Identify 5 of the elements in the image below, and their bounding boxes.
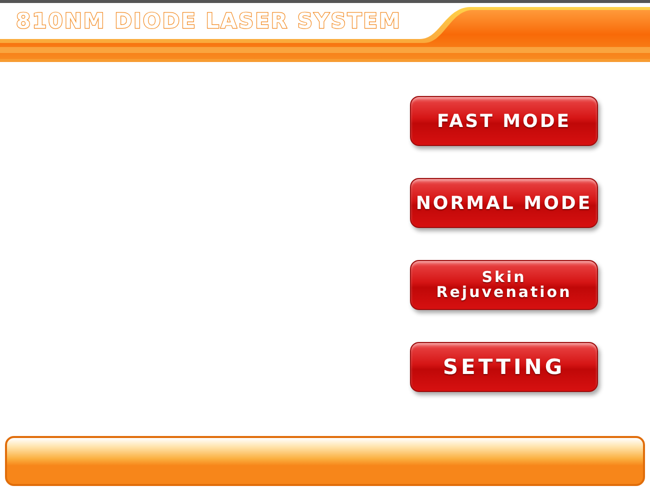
app-title: 810NM DIODE LASER SYSTEM bbox=[15, 8, 402, 33]
mode-button[interactable]: SETTING bbox=[410, 342, 598, 392]
mode-button[interactable]: Skin Rejuvenation bbox=[410, 260, 598, 310]
mode-button[interactable]: FAST MODE bbox=[410, 96, 598, 146]
mode-button[interactable]: NORMAL MODE bbox=[410, 178, 598, 228]
